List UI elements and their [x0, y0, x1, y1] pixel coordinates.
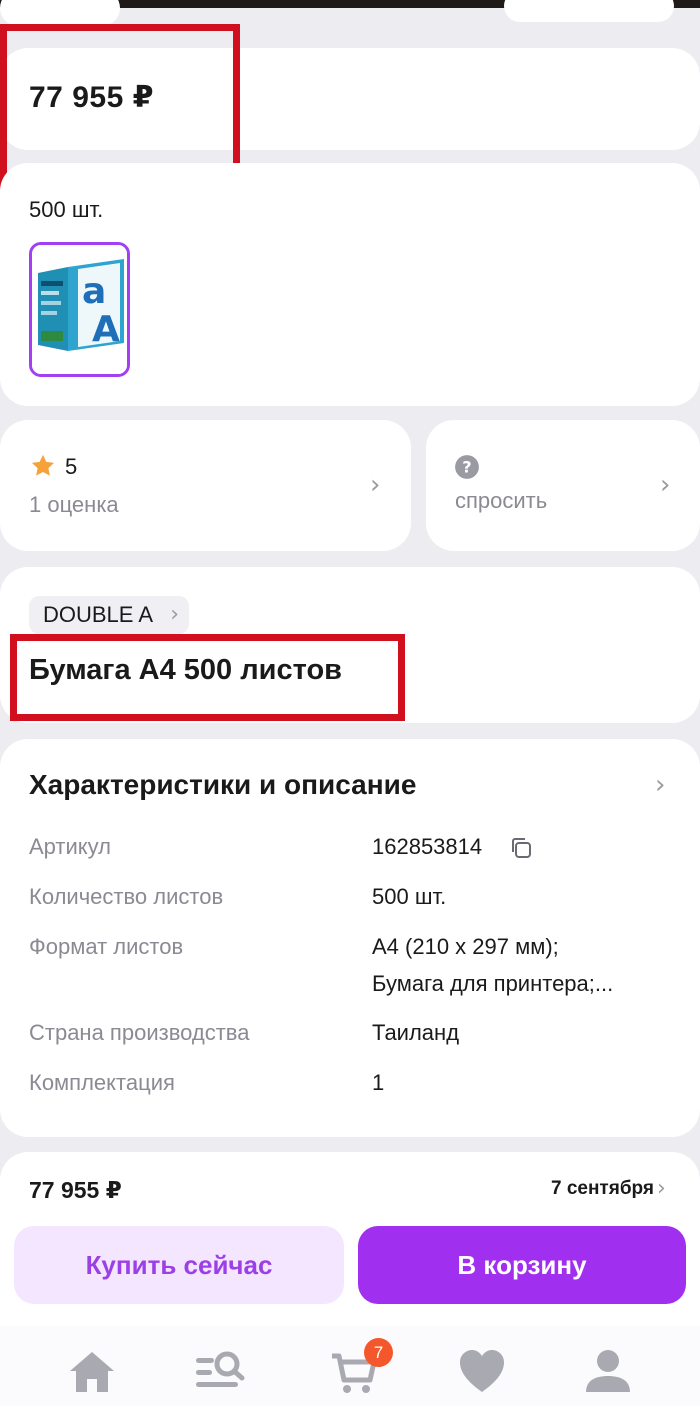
spec-value: 1 [372, 1070, 385, 1095]
spec-value: 500 шт. [372, 884, 447, 909]
buy-now-button[interactable]: Купить сейчас [14, 1226, 344, 1304]
ask-label: спросить [455, 488, 548, 513]
search-pill[interactable] [504, 0, 674, 22]
home-icon[interactable] [66, 1346, 118, 1398]
variant-label: 500 шт. [29, 197, 104, 222]
question-icon: ? [455, 455, 479, 479]
image-counter-pill [0, 0, 120, 26]
star-icon [31, 454, 55, 476]
catalog-search-icon[interactable] [194, 1346, 246, 1398]
rating-card[interactable] [0, 420, 411, 551]
spec-value-article: 162853814 [372, 834, 483, 859]
brand-chip[interactable]: DOUBLE A › [29, 596, 190, 634]
brand-name: DOUBLE A [43, 602, 154, 627]
specs-title: Характеристики и описание [29, 769, 417, 800]
spec-value: А4 (210 x 297 мм); [372, 934, 559, 959]
favorites-heart-icon[interactable] [456, 1346, 508, 1398]
chevron-right-icon: › [170, 602, 180, 627]
svg-text:?: ? [462, 457, 471, 476]
buy-bar-price: 77 955 ₽ [29, 1177, 122, 1203]
variant-thumbnail[interactable]: a A [29, 242, 130, 377]
spec-key: Артикул [29, 834, 112, 859]
copy-icon[interactable] [509, 836, 533, 860]
rating-count: 1 оценка [29, 492, 119, 517]
delivery-chevron-icon: › [657, 1176, 666, 1201]
highlight-box-title [10, 634, 405, 721]
spec-key: Страна производства [29, 1020, 250, 1045]
spec-value-line2: Бумага для принтера;... [372, 971, 614, 996]
rating-value: 5 [65, 454, 78, 479]
ask-question-card[interactable] [426, 420, 700, 551]
paper-ream-image: a A [32, 245, 127, 374]
spec-value: Таиланд [372, 1020, 460, 1045]
add-to-cart-button[interactable]: В корзину [358, 1226, 686, 1304]
cart-badge: 7 [364, 1338, 393, 1367]
specs-chevron-icon: › [655, 770, 666, 800]
svg-text:A: A [92, 309, 120, 350]
delivery-date[interactable]: 7 сентября [551, 1178, 654, 1200]
svg-text:a: a [82, 271, 106, 312]
rating-chevron-icon: › [370, 470, 381, 500]
spec-key: Комплектация [29, 1070, 175, 1095]
ask-chevron-icon: › [660, 470, 671, 500]
profile-icon[interactable] [582, 1346, 634, 1398]
spec-key: Формат листов [29, 934, 184, 959]
spec-key: Количество листов [29, 884, 224, 909]
